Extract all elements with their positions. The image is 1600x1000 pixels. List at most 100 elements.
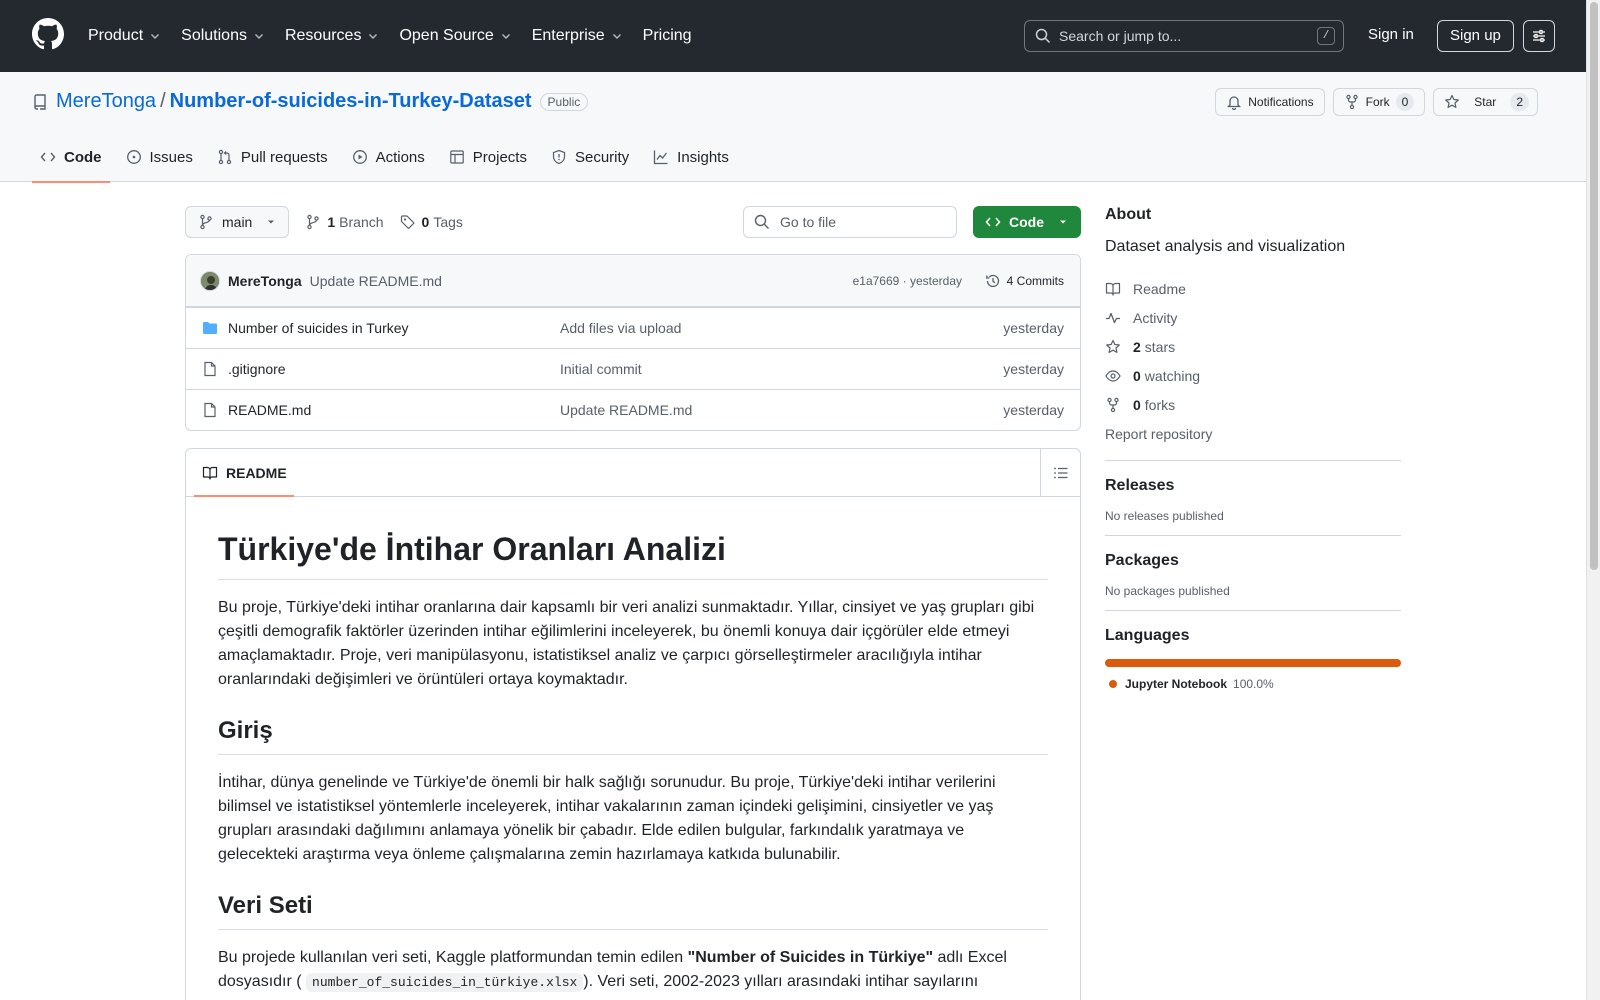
forks-link[interactable]: 0 forks: [1105, 390, 1401, 419]
search-placeholder: Search or jump to...: [1059, 28, 1182, 44]
tab-issues[interactable]: Issues: [118, 132, 201, 182]
readme-tab-underline: [194, 495, 294, 497]
nav-pricing[interactable]: Pricing: [643, 27, 692, 45]
file-date: yesterday: [1003, 402, 1064, 418]
commit-message[interactable]: Update README.md: [310, 273, 442, 289]
file-row[interactable]: Number of suicides in Turkey Add files v…: [186, 307, 1080, 348]
nav-resources-label: Resources: [284, 27, 362, 44]
nav-product[interactable]: Product: [88, 27, 161, 45]
watching-link[interactable]: 0 watching: [1105, 361, 1401, 390]
tab-insights[interactable]: Insights: [645, 132, 737, 182]
repo-name-link[interactable]: Number-of-suicides-in-Turkey-Dataset: [170, 90, 532, 113]
file-name-link[interactable]: .gitignore: [228, 361, 560, 377]
star-icon: [1106, 339, 1120, 353]
file-commit-link[interactable]: Initial commit: [560, 361, 642, 377]
code-dropdown-button[interactable]: Code: [973, 206, 1081, 238]
go-to-file-input[interactable]: Go to file: [743, 206, 957, 238]
tab-pull-requests[interactable]: Pull requests: [209, 132, 336, 182]
code-icon: [985, 217, 1001, 227]
file-row[interactable]: .gitignore Initial commit yesterday: [186, 348, 1080, 389]
stars-link[interactable]: 2 stars: [1105, 332, 1401, 361]
readme-paragraph-giris: İntihar, dünya genelinde ve Türkiye'de ö…: [218, 774, 996, 863]
readme-tab[interactable]: README: [202, 449, 287, 497]
fork-count: 0: [1395, 93, 1415, 111]
repo-title: MereTonga / Number-of-suicides-in-Turkey…: [32, 90, 589, 113]
pulse-icon: [1106, 312, 1120, 323]
outline-button[interactable]: [1040, 449, 1080, 497]
book-icon: [1105, 282, 1121, 296]
language-bar: [1105, 659, 1401, 667]
file-name-link[interactable]: README.md: [228, 402, 560, 418]
tab-projects[interactable]: Projects: [441, 132, 535, 182]
tab-security[interactable]: Security: [543, 132, 637, 182]
branch-selector[interactable]: main: [185, 206, 290, 238]
forks-count: 0: [1133, 396, 1141, 413]
commits-history-link[interactable]: 4 Commits: [985, 273, 1064, 289]
commit-hash-time[interactable]: e1a7669 · yesterday: [853, 274, 962, 288]
code-button-label: Code: [1009, 214, 1044, 230]
go-to-file-placeholder: Go to file: [780, 214, 837, 230]
settings-menu-button[interactable]: [1523, 20, 1555, 52]
activity-link[interactable]: Activity: [1105, 303, 1401, 332]
packages-heading[interactable]: Packages: [1105, 552, 1401, 570]
tab-actions[interactable]: Actions: [344, 132, 433, 182]
scrollbar-thumb[interactable]: [1590, 2, 1598, 570]
tab-pull-requests-label: Pull requests: [240, 148, 328, 166]
readme-panel: README Türkiye'de İntihar Oranları Anali…: [185, 448, 1081, 1000]
dataset-text-start: Bu projede kullanılan veri seti, Kaggle …: [218, 949, 688, 966]
search-icon: [1035, 28, 1051, 44]
file-row[interactable]: README.md Update README.md yesterday: [186, 389, 1080, 430]
nav-solutions[interactable]: Solutions: [181, 27, 265, 45]
visibility-badge: Public: [539, 92, 589, 111]
readme-paragraph-dataset: Bu projede kullanılan veri seti, Kaggle …: [218, 946, 1048, 995]
chevron-down-icon: [612, 34, 621, 39]
file-name-link[interactable]: Number of suicides in Turkey: [228, 320, 560, 336]
sign-up-button[interactable]: Sign up: [1437, 20, 1514, 52]
star-button[interactable]: Star 2: [1433, 88, 1538, 116]
watching-count: 0: [1133, 367, 1141, 384]
list-icon: [1053, 467, 1067, 479]
language-item[interactable]: Jupyter Notebook 100.0%: [1105, 677, 1401, 691]
sidebar-divider: [1105, 460, 1401, 461]
nav-open-source-label: Open Source: [399, 27, 494, 44]
notifications-label: Notifications: [1248, 95, 1314, 109]
file-commit-link[interactable]: Add files via upload: [560, 320, 681, 336]
search-shortcut-key: /: [1317, 27, 1335, 45]
report-repository-link[interactable]: Report repository: [1105, 419, 1401, 448]
branch-icon: [307, 214, 320, 230]
tab-code-label: Code: [64, 148, 102, 166]
star-count: 2: [1510, 93, 1529, 111]
commit-author[interactable]: MereTonga: [228, 273, 302, 289]
shield-icon: [552, 149, 566, 165]
commits-count-label: 4 Commits: [1006, 273, 1064, 288]
readme-link[interactable]: Readme: [1105, 274, 1401, 303]
nav-open-source[interactable]: Open Source: [399, 27, 511, 45]
fork-button[interactable]: Fork 0: [1332, 88, 1426, 116]
packages-empty-text: No packages published: [1105, 584, 1230, 598]
global-search-input[interactable]: Search or jump to... /: [1024, 20, 1344, 52]
branch-name: main: [222, 214, 253, 230]
repo-owner-link[interactable]: MereTonga: [56, 90, 156, 113]
branches-link[interactable]: 1 Branch: [305, 214, 384, 230]
nav-solutions-label: Solutions: [181, 27, 247, 44]
nav-resources[interactable]: Resources: [285, 27, 379, 45]
file-icon: [204, 402, 216, 418]
github-logo-icon[interactable]: [32, 18, 64, 50]
tab-code[interactable]: Code: [32, 132, 110, 183]
avatar[interactable]: [200, 270, 220, 291]
tag-icon: [400, 215, 415, 230]
readme-tab-label: README: [226, 464, 287, 481]
branch-count-label: Branch: [339, 214, 384, 230]
chevron-down-icon: [501, 34, 510, 39]
tags-link[interactable]: 0 Tags: [400, 214, 463, 230]
releases-heading[interactable]: Releases: [1105, 477, 1401, 495]
notifications-button[interactable]: Notifications: [1215, 88, 1325, 116]
sign-in-link[interactable]: Sign in: [1368, 26, 1414, 43]
readme-body: Türkiye'de İntihar Oranları Analizi Bu p…: [186, 497, 1080, 995]
stars-count: 2: [1133, 338, 1141, 355]
nav-enterprise[interactable]: Enterprise: [532, 27, 623, 45]
readme-heading-dataset: Veri Seti: [218, 891, 1048, 930]
page-scrollbar[interactable]: [1586, 0, 1600, 1000]
eye-icon: [1105, 369, 1121, 382]
file-commit-link[interactable]: Update README.md: [560, 402, 692, 418]
